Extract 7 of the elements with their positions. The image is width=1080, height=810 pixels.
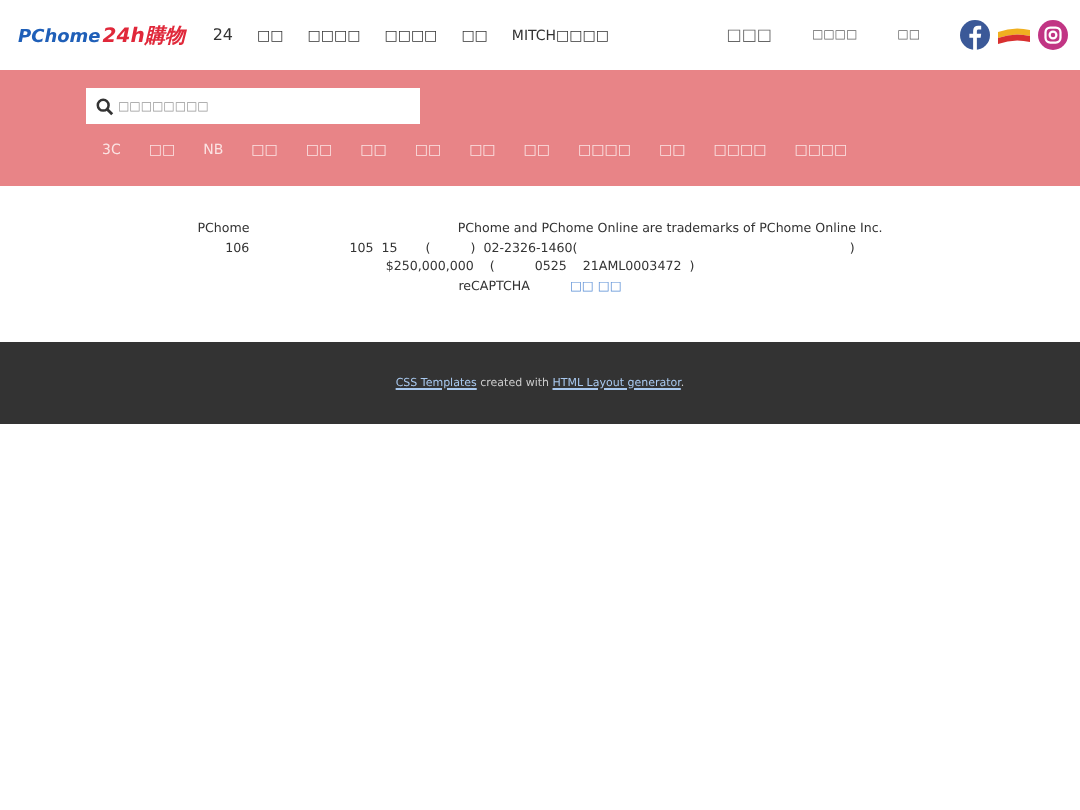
- nav-link[interactable]: 24: [212, 26, 234, 44]
- nav-link[interactable]: □□□: [726, 26, 772, 44]
- flag-icon[interactable]: [998, 25, 1030, 45]
- facebook-icon[interactable]: [960, 20, 990, 50]
- instagram-icon[interactable]: [1038, 20, 1068, 50]
- search-icon: [96, 98, 114, 116]
- site-logo[interactable]: PChome24h購物: [18, 21, 185, 49]
